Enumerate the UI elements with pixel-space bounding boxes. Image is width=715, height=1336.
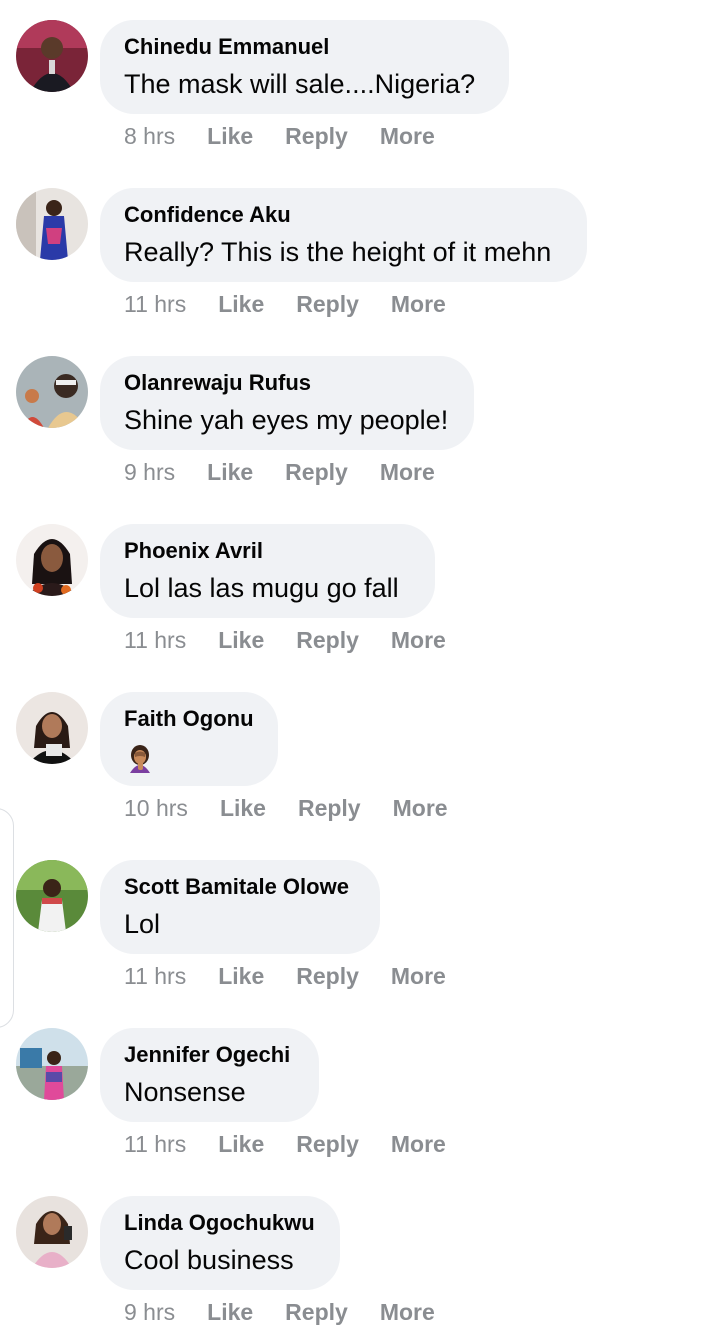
comment-author[interactable]: Chinedu Emmanuel: [124, 34, 485, 60]
comment-text: Shine yah eyes my people!: [124, 405, 449, 435]
comment-emoji: [124, 739, 254, 781]
reply-button[interactable]: Reply: [296, 1131, 359, 1158]
more-button[interactable]: More: [391, 963, 446, 990]
more-button[interactable]: More: [380, 123, 435, 150]
avatar[interactable]: [16, 356, 88, 428]
comment-bubble: Chinedu Emmanuel The mask will sale....N…: [100, 20, 509, 114]
comment-item: Scott Bamitale Olowe Lol 11 hrs Like Rep…: [0, 840, 715, 1000]
comment-text: Lol las las mugu go fall: [124, 573, 399, 603]
avatar[interactable]: [16, 524, 88, 596]
comment-bubble: Jennifer Ogechi Nonsense: [100, 1028, 319, 1122]
avatar[interactable]: [16, 188, 88, 260]
more-button[interactable]: More: [391, 1131, 446, 1158]
comment-actions: 11 hrs Like Reply More: [124, 625, 478, 655]
like-button[interactable]: Like: [207, 1299, 253, 1326]
comment-actions: 11 hrs Like Reply More: [124, 1129, 478, 1159]
reply-button[interactable]: Reply: [285, 123, 348, 150]
reply-button[interactable]: Reply: [296, 963, 359, 990]
more-button[interactable]: More: [380, 459, 435, 486]
comment-time[interactable]: 9 hrs: [124, 1299, 175, 1326]
avatar[interactable]: [16, 1028, 88, 1100]
comment-actions: 9 hrs Like Reply More: [124, 1297, 467, 1327]
comment-text: Nonsense: [124, 1077, 246, 1107]
reply-button[interactable]: Reply: [296, 627, 359, 654]
comment-time[interactable]: 11 hrs: [124, 627, 186, 654]
like-button[interactable]: Like: [207, 123, 253, 150]
avatar[interactable]: [16, 860, 88, 932]
comment-time[interactable]: 11 hrs: [124, 963, 186, 990]
comment-bubble: Faith Ogonu: [100, 692, 278, 786]
comment-time[interactable]: 8 hrs: [124, 123, 175, 150]
like-button[interactable]: Like: [218, 1131, 264, 1158]
comment-item: Linda Ogochukwu Cool business 9 hrs Like…: [0, 1176, 715, 1336]
like-button[interactable]: Like: [207, 459, 253, 486]
more-button[interactable]: More: [391, 291, 446, 318]
avatar[interactable]: [16, 20, 88, 92]
comment-item: Jennifer Ogechi Nonsense 11 hrs Like Rep…: [0, 1008, 715, 1168]
avatar[interactable]: [16, 1196, 88, 1268]
comment-author[interactable]: Linda Ogochukwu: [124, 1210, 316, 1236]
like-button[interactable]: Like: [218, 963, 264, 990]
comment-text: Lol: [124, 909, 161, 939]
comment-text: Cool business: [124, 1245, 294, 1275]
woman-facepalming-emoji: [130, 745, 150, 773]
comment-item: Faith Ogonu 10 hrs Like Reply More: [0, 672, 715, 832]
comment-item: Confidence Aku Really? This is the heigh…: [0, 168, 715, 328]
comment-item: Phoenix Avril Lol las las mugu go fall 1…: [0, 504, 715, 664]
comment-author[interactable]: Faith Ogonu: [124, 706, 254, 732]
comment-actions: 11 hrs Like Reply More: [124, 961, 478, 991]
comment-author[interactable]: Scott Bamitale Olowe: [124, 874, 356, 900]
comment-item: Olanrewaju Rufus Shine yah eyes my peopl…: [0, 336, 715, 496]
comment-time[interactable]: 11 hrs: [124, 1131, 186, 1158]
comment-text: The mask will sale....Nigeria?: [124, 69, 476, 99]
avatar[interactable]: [16, 692, 88, 764]
more-button[interactable]: More: [393, 795, 448, 822]
reply-button[interactable]: Reply: [298, 795, 361, 822]
comment-bubble: Confidence Aku Really? This is the heigh…: [100, 188, 587, 282]
comment-bubble: Olanrewaju Rufus Shine yah eyes my peopl…: [100, 356, 474, 450]
comment-author[interactable]: Olanrewaju Rufus: [124, 370, 450, 396]
reply-button[interactable]: Reply: [296, 291, 359, 318]
comment-author[interactable]: Phoenix Avril: [124, 538, 411, 564]
comment-time[interactable]: 10 hrs: [124, 795, 188, 822]
comment-item: Chinedu Emmanuel The mask will sale....N…: [0, 0, 715, 160]
like-button[interactable]: Like: [218, 291, 264, 318]
comment-actions: 11 hrs Like Reply More: [124, 289, 478, 319]
comment-actions: 10 hrs Like Reply More: [124, 793, 480, 823]
like-button[interactable]: Like: [220, 795, 266, 822]
comment-actions: 8 hrs Like Reply More: [124, 121, 467, 151]
comment-bubble: Linda Ogochukwu Cool business: [100, 1196, 340, 1290]
comment-bubble: Scott Bamitale Olowe Lol: [100, 860, 380, 954]
comment-time[interactable]: 11 hrs: [124, 291, 186, 318]
reply-button[interactable]: Reply: [285, 459, 348, 486]
more-button[interactable]: More: [380, 1299, 435, 1326]
comment-bubble: Phoenix Avril Lol las las mugu go fall: [100, 524, 435, 618]
more-button[interactable]: More: [391, 627, 446, 654]
comment-actions: 9 hrs Like Reply More: [124, 457, 467, 487]
comment-time[interactable]: 9 hrs: [124, 459, 175, 486]
comment-text: Really? This is the height of it mehn: [124, 237, 552, 267]
comment-author[interactable]: Jennifer Ogechi: [124, 1042, 295, 1068]
like-button[interactable]: Like: [218, 627, 264, 654]
reply-button[interactable]: Reply: [285, 1299, 348, 1326]
comment-author[interactable]: Confidence Aku: [124, 202, 563, 228]
